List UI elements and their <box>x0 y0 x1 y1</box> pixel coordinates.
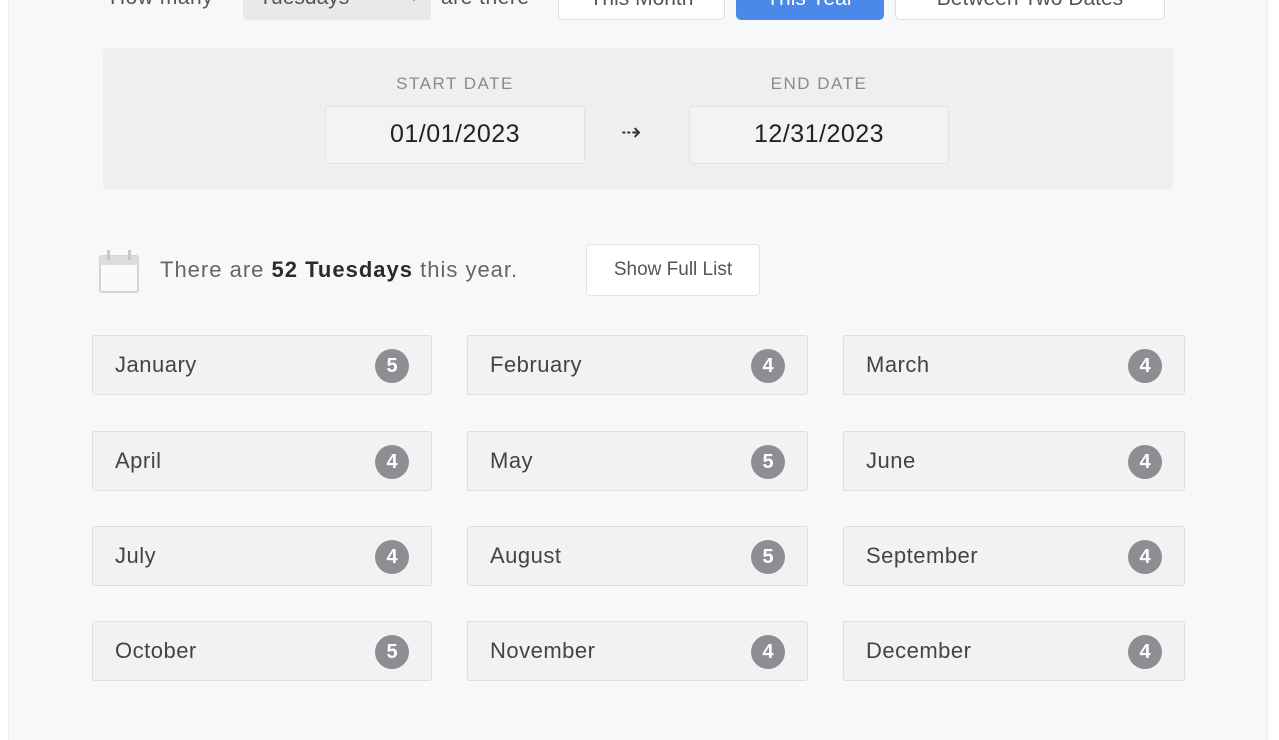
month-count-badge: 5 <box>751 540 785 574</box>
month-count-badge: 4 <box>1128 445 1162 479</box>
query-suffix: are there <box>441 0 530 10</box>
date-range-panel: START DATE 01/01/2023 ⇢ END DATE 12/31/2… <box>103 48 1173 190</box>
month-count-badge: 5 <box>375 635 409 669</box>
summary-text: There are 52 Tuesdays this year. <box>160 257 518 283</box>
query-prefix: How many <box>110 0 213 10</box>
month-card-october[interactable]: October 5 <box>92 621 432 681</box>
show-full-list-button[interactable]: Show Full List <box>586 244 760 296</box>
month-name: January <box>115 352 197 377</box>
month-card-april[interactable]: April 4 <box>92 431 432 491</box>
summary-count: 52 Tuesdays <box>271 257 413 282</box>
month-card-june[interactable]: June 4 <box>843 431 1185 491</box>
month-count-badge: 4 <box>1128 540 1162 574</box>
query-row: How many Tuesdays ▼ are there This Month… <box>0 0 1279 22</box>
month-name: August <box>490 543 562 568</box>
month-card-july[interactable]: July 4 <box>92 526 432 586</box>
month-name: March <box>866 352 930 377</box>
summary-row: There are 52 Tuesdays this year. Show Fu… <box>98 244 798 296</box>
this-month-button[interactable]: This Month <box>558 0 725 20</box>
end-date-label: END DATE <box>770 74 868 93</box>
month-name: April <box>115 448 162 473</box>
month-card-february[interactable]: February 4 <box>467 335 808 395</box>
month-count-badge: 4 <box>751 349 785 383</box>
arrow-right-icon: ⇢ <box>621 119 642 146</box>
month-count-badge: 4 <box>375 445 409 479</box>
month-count-badge: 4 <box>1128 635 1162 669</box>
end-date-input[interactable]: 12/31/2023 <box>689 106 949 164</box>
month-name: February <box>490 352 583 377</box>
month-card-march[interactable]: March 4 <box>843 335 1185 395</box>
chevron-down-icon: ▼ <box>407 0 421 4</box>
summary-prefix: There are <box>160 257 265 282</box>
month-name: November <box>490 638 596 663</box>
month-count-badge: 4 <box>375 540 409 574</box>
month-name: December <box>866 638 972 663</box>
start-date-label: START DATE <box>396 74 514 93</box>
day-select-value: Tuesdays <box>259 0 349 9</box>
month-card-december[interactable]: December 4 <box>843 621 1185 681</box>
summary-suffix: this year. <box>420 257 519 282</box>
start-date-input[interactable]: 01/01/2023 <box>325 106 585 164</box>
month-card-august[interactable]: August 5 <box>467 526 808 586</box>
month-count-badge: 4 <box>751 635 785 669</box>
month-card-november[interactable]: November 4 <box>467 621 808 681</box>
day-of-week-select[interactable]: Tuesdays ▼ <box>243 0 431 20</box>
month-name: September <box>866 543 979 568</box>
this-year-button[interactable]: This Year <box>736 0 884 20</box>
month-name: June <box>866 448 916 473</box>
between-two-dates-button[interactable]: Between Two Dates <box>895 0 1165 20</box>
month-card-january[interactable]: January 5 <box>92 335 432 395</box>
month-card-september[interactable]: September 4 <box>843 526 1185 586</box>
month-count-badge: 4 <box>1128 349 1162 383</box>
month-name: May <box>490 448 534 473</box>
calendar-icon <box>99 250 139 293</box>
month-name: October <box>115 638 197 663</box>
month-card-may[interactable]: May 5 <box>467 431 808 491</box>
month-name: July <box>115 543 157 568</box>
month-count-badge: 5 <box>375 349 409 383</box>
month-count-badge: 5 <box>751 445 785 479</box>
